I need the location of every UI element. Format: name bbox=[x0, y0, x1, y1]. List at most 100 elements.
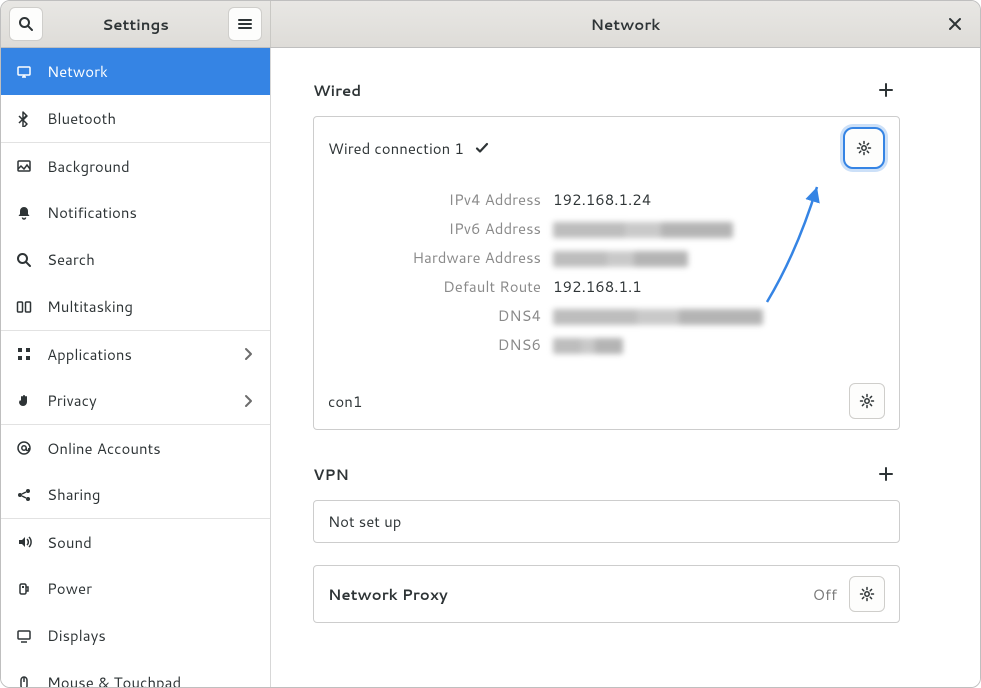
proxy-frame: Network Proxy Off bbox=[313, 565, 900, 623]
sound-icon bbox=[15, 534, 33, 550]
sidebar-item-label: Mouse & Touchpad bbox=[47, 672, 181, 687]
window-body: Network Bluetooth Background Notifications S… bbox=[1, 48, 980, 687]
sidebar-item-displays[interactable]: Displays bbox=[1, 612, 270, 659]
chevron-right-icon bbox=[240, 346, 256, 362]
section-title-vpn: VPN bbox=[313, 464, 349, 485]
detail-row: DNS4 bbox=[328, 301, 885, 330]
sidebar-item-online-accounts[interactable]: Online Accounts bbox=[1, 424, 270, 471]
sidebar-item-label: Applications bbox=[47, 344, 132, 365]
detail-row: Hardware Address bbox=[328, 243, 885, 272]
add-wired-button[interactable] bbox=[872, 76, 900, 104]
search-icon bbox=[15, 252, 33, 268]
proxy-settings-button[interactable] bbox=[849, 576, 885, 612]
sidebar-item-mouse-touchpad[interactable]: Mouse & Touchpad bbox=[1, 659, 270, 687]
proxy-row: Network Proxy Off bbox=[314, 566, 899, 622]
detail-row: IPv4 Address192.168.1.24 bbox=[328, 185, 885, 214]
detail-row: IPv6 Address bbox=[328, 214, 885, 243]
sidebar-item-label: Privacy bbox=[47, 390, 97, 411]
search-icon bbox=[18, 16, 34, 32]
bell-icon bbox=[15, 205, 33, 221]
sidebar-item-privacy[interactable]: Privacy bbox=[1, 377, 270, 424]
search-button[interactable] bbox=[9, 7, 43, 41]
wired-connection-row: con1 bbox=[314, 373, 899, 429]
section-title-wired: Wired bbox=[313, 80, 361, 101]
sidebar-item-applications[interactable]: Applications bbox=[1, 330, 270, 377]
sidebar-item-bluetooth[interactable]: Bluetooth bbox=[1, 95, 270, 142]
vpn-empty-text: Not set up bbox=[328, 511, 401, 532]
detail-label: DNS6 bbox=[328, 334, 553, 355]
connection-name: con1 bbox=[328, 391, 362, 412]
connection-details: IPv4 Address192.168.1.24IPv6 AddressHard… bbox=[314, 179, 899, 373]
page-title: Network bbox=[591, 14, 661, 35]
headerbar-right: Network bbox=[271, 1, 980, 47]
sidebar-item-label: Online Accounts bbox=[47, 438, 161, 459]
sidebar-item-label: Notifications bbox=[47, 202, 137, 223]
power-icon bbox=[15, 581, 33, 597]
sidebar-item-label: Multitasking bbox=[47, 296, 133, 317]
connection-settings-button[interactable] bbox=[849, 383, 885, 419]
sidebar-item-background[interactable]: Background bbox=[1, 142, 270, 189]
displays-icon bbox=[15, 628, 33, 644]
sidebar-item-label: Background bbox=[47, 156, 130, 177]
multitask-icon bbox=[15, 299, 33, 315]
wired-connection-row: Wired connection 1 bbox=[314, 117, 899, 179]
sidebar-item-sharing[interactable]: Sharing bbox=[1, 471, 270, 518]
sidebar-item-label: Power bbox=[47, 578, 92, 599]
connection-settings-button[interactable] bbox=[843, 127, 885, 169]
section-head-wired: Wired bbox=[313, 70, 900, 110]
sidebar-item-label: Sharing bbox=[47, 484, 100, 505]
detail-row: DNS6 bbox=[328, 330, 885, 359]
hamburger-icon bbox=[237, 16, 253, 32]
plus-icon bbox=[878, 82, 894, 98]
hand-icon bbox=[15, 393, 33, 409]
at-icon bbox=[15, 440, 33, 456]
content-pad: Wired Wired connection 1IPv4 Address192.… bbox=[271, 48, 980, 653]
wired-frame: Wired connection 1IPv4 Address192.168.1.… bbox=[313, 116, 900, 430]
sidebar-item-label: Network bbox=[47, 61, 108, 82]
redacted-value bbox=[553, 251, 688, 267]
background-icon bbox=[15, 158, 33, 174]
detail-label: IPv4 Address bbox=[328, 189, 553, 210]
vpn-empty-row: Not set up bbox=[314, 501, 899, 542]
plus-icon bbox=[878, 466, 894, 482]
settings-window: Settings Network Network Bluetooth Backgro… bbox=[0, 0, 981, 688]
detail-label: Default Route bbox=[328, 276, 553, 297]
menu-button[interactable] bbox=[228, 7, 262, 41]
proxy-status: Off bbox=[813, 584, 837, 605]
sidebar-item-label: Bluetooth bbox=[47, 108, 116, 129]
chevron-right-icon bbox=[240, 393, 256, 409]
add-vpn-button[interactable] bbox=[872, 460, 900, 488]
close-button[interactable] bbox=[940, 1, 970, 47]
vpn-frame: Not set up bbox=[313, 500, 900, 543]
network-icon bbox=[15, 64, 33, 80]
section-head-vpn: VPN bbox=[313, 454, 900, 494]
sidebar-item-sound[interactable]: Sound bbox=[1, 518, 270, 565]
gear-icon bbox=[859, 586, 875, 602]
detail-label: Hardware Address bbox=[328, 247, 553, 268]
apps-icon bbox=[15, 346, 33, 362]
connected-check-icon bbox=[474, 140, 490, 156]
share-icon bbox=[15, 487, 33, 503]
detail-value: 192.168.1.1 bbox=[553, 276, 642, 297]
content-area[interactable]: Wired Wired connection 1IPv4 Address192.… bbox=[271, 48, 980, 687]
connection-name: Wired connection 1 bbox=[328, 138, 464, 159]
sidebar[interactable]: Network Bluetooth Background Notifications S… bbox=[1, 48, 271, 687]
redacted-value bbox=[553, 222, 733, 238]
sidebar-item-notifications[interactable]: Notifications bbox=[1, 189, 270, 236]
sidebar-item-network[interactable]: Network bbox=[1, 48, 270, 95]
redacted-value bbox=[553, 309, 763, 325]
sidebar-item-label: Sound bbox=[47, 532, 92, 553]
headerbar-left: Settings bbox=[1, 1, 271, 47]
sidebar-item-search[interactable]: Search bbox=[1, 236, 270, 283]
bluetooth-icon bbox=[15, 111, 33, 127]
redacted-value bbox=[553, 338, 623, 354]
detail-row: Default Route192.168.1.1 bbox=[328, 272, 885, 301]
sidebar-item-label: Search bbox=[47, 249, 95, 270]
sidebar-item-multitasking[interactable]: Multitasking bbox=[1, 283, 270, 330]
detail-value: 192.168.1.24 bbox=[553, 189, 651, 210]
detail-label: IPv6 Address bbox=[328, 218, 553, 239]
detail-label: DNS4 bbox=[328, 305, 553, 326]
sidebar-item-power[interactable]: Power bbox=[1, 565, 270, 612]
headerbar: Settings Network bbox=[1, 1, 980, 48]
sidebar-item-label: Displays bbox=[47, 625, 106, 646]
